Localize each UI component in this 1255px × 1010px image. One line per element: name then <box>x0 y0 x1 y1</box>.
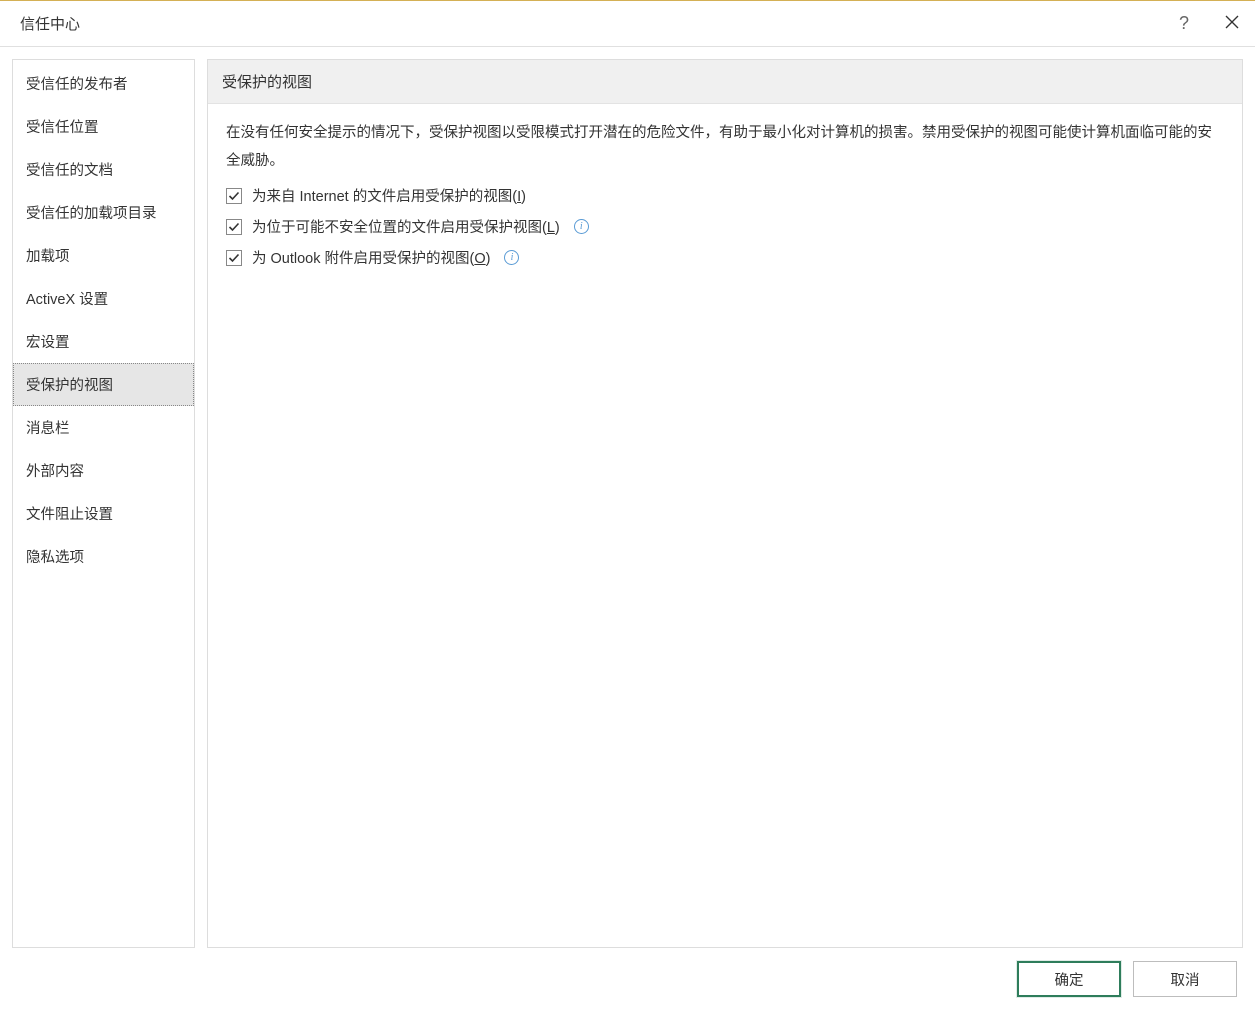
sidebar-item[interactable]: 受信任的文档 <box>13 148 194 191</box>
option-label[interactable]: 为位于可能不安全位置的文件启用受保护视图(L) <box>252 216 560 237</box>
sidebar-item-label: 外部内容 <box>26 464 84 480</box>
sidebar-item[interactable]: 受保护的视图 <box>13 363 194 406</box>
sidebar-item-label: 受信任的加载项目录 <box>26 206 157 222</box>
sidebar-item-label: 加载项 <box>26 249 70 265</box>
sidebar-item-label: 受信任位置 <box>26 120 99 136</box>
section-body: 在没有任何安全提示的情况下，受保护视图以受限模式打开潜在的危险文件，有助于最小化… <box>208 104 1242 294</box>
info-icon[interactable]: i <box>574 219 589 234</box>
sidebar-item[interactable]: 受信任的加载项目录 <box>13 191 194 234</box>
checkbox[interactable] <box>226 250 242 266</box>
section-description: 在没有任何安全提示的情况下，受保护视图以受限模式打开潜在的危险文件，有助于最小化… <box>226 120 1224 175</box>
options-list: 为来自 Internet 的文件启用受保护的视图(I) 为位于可能不安全位置的文件… <box>226 185 1224 268</box>
sidebar-item[interactable]: 宏设置 <box>13 320 194 363</box>
sidebar-item-label: 消息栏 <box>26 421 70 437</box>
checkbox[interactable] <box>226 219 242 235</box>
cancel-button[interactable]: 取消 <box>1133 961 1237 997</box>
option-label[interactable]: 为 Outlook 附件启用受保护的视图(O) <box>252 247 490 268</box>
option-row: 为来自 Internet 的文件启用受保护的视图(I) <box>226 185 1224 206</box>
title-bar: 信任中心 ? <box>0 1 1255 47</box>
ok-button[interactable]: 确定 <box>1017 961 1121 997</box>
sidebar-item[interactable]: 消息栏 <box>13 406 194 449</box>
option-row: 为 Outlook 附件启用受保护的视图(O) i <box>226 247 1224 268</box>
sidebar-item[interactable]: ActiveX 设置 <box>13 277 194 320</box>
section-heading: 受保护的视图 <box>208 60 1242 104</box>
sidebar-item-label: 受信任的发布者 <box>26 77 128 93</box>
sidebar-item-label: ActiveX 设置 <box>26 292 108 308</box>
sidebar-item-label: 文件阻止设置 <box>26 507 113 523</box>
option-label[interactable]: 为来自 Internet 的文件启用受保护的视图(I) <box>252 185 526 206</box>
sidebar-item[interactable]: 文件阻止设置 <box>13 492 194 535</box>
sidebar: 受信任的发布者受信任位置受信任的文档受信任的加载项目录加载项 ActiveX 设置… <box>12 59 195 948</box>
sidebar-item[interactable]: 加载项 <box>13 234 194 277</box>
dialog-title: 信任中心 <box>20 13 80 34</box>
checkbox[interactable] <box>226 188 242 204</box>
sidebar-item[interactable]: 外部内容 <box>13 449 194 492</box>
sidebar-item-label: 宏设置 <box>26 335 70 351</box>
info-icon[interactable]: i <box>504 250 519 265</box>
sidebar-item[interactable]: 隐私选项 <box>13 535 194 578</box>
dialog-body: 受信任的发布者受信任位置受信任的文档受信任的加载项目录加载项 ActiveX 设置… <box>0 47 1255 948</box>
window-controls: ? <box>1179 13 1239 34</box>
dialog-footer: 确定 取消 <box>0 948 1255 1010</box>
sidebar-item-label: 受信任的文档 <box>26 163 113 179</box>
close-icon[interactable] <box>1225 13 1239 34</box>
sidebar-item-label: 受保护的视图 <box>26 378 113 394</box>
sidebar-item[interactable]: 受信任的发布者 <box>13 62 194 105</box>
content-panel: 受保护的视图 在没有任何安全提示的情况下，受保护视图以受限模式打开潜在的危险文件… <box>207 59 1243 948</box>
sidebar-item-label: 隐私选项 <box>26 550 84 566</box>
sidebar-item[interactable]: 受信任位置 <box>13 105 194 148</box>
option-row: 为位于可能不安全位置的文件启用受保护视图(L) i <box>226 216 1224 237</box>
help-icon[interactable]: ? <box>1179 13 1189 34</box>
